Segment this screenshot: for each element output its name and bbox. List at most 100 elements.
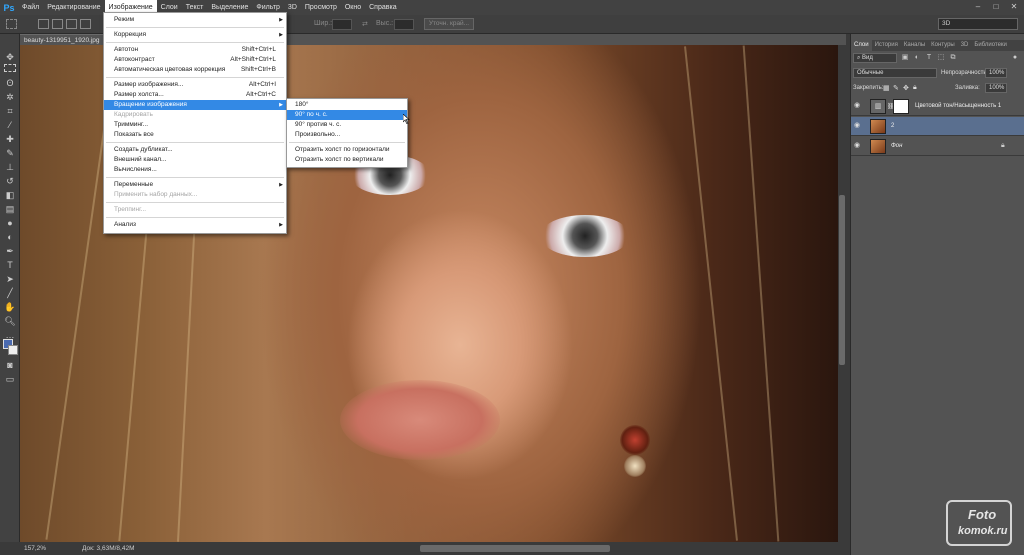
earring-bead xyxy=(624,455,646,477)
swap-icon[interactable]: ⇄ xyxy=(362,20,368,28)
lock-label: Закрепить: xyxy=(853,85,884,91)
layer-kind-filter[interactable]: ⌕ Вид xyxy=(853,53,897,63)
line-tool-icon[interactable]: ╱ xyxy=(4,288,16,298)
menu-item-variables[interactable]: Переменные ▶ xyxy=(104,180,286,190)
layer-mask-thumbnail[interactable] xyxy=(893,99,909,114)
menu-item-calculations[interactable]: Вычисления... xyxy=(104,165,286,175)
marquee-tool-icon[interactable] xyxy=(6,19,17,29)
path-selection-tool-icon[interactable]: ➤ xyxy=(4,274,16,284)
quick-mask-icon[interactable]: ◙ xyxy=(4,360,16,370)
brush-tool-icon[interactable]: ✎ xyxy=(4,148,16,158)
menu-item-rotate-180[interactable]: 180° xyxy=(287,100,407,110)
menu-item-trim[interactable]: Тримминг... xyxy=(104,120,286,130)
lock-position-icon[interactable]: ✥ xyxy=(903,84,909,92)
eye-icon[interactable]: ◉ xyxy=(854,102,862,110)
subtract-selection-icon[interactable] xyxy=(66,19,77,29)
tab-libraries[interactable]: Библиотеки xyxy=(971,40,1010,51)
adjustment-filter-icon[interactable]: ◐ xyxy=(913,54,921,62)
eye-icon[interactable]: ◉ xyxy=(854,142,862,150)
rect-marquee-tool-icon[interactable] xyxy=(4,64,16,72)
menu-item-image-size[interactable]: Размер изображения... Alt+Ctrl+I xyxy=(104,80,286,90)
right-eye xyxy=(540,215,630,257)
vertical-scrollbar-thumb[interactable] xyxy=(839,195,845,365)
type-tool-icon[interactable]: T xyxy=(4,260,16,270)
menu-item-canvas-size[interactable]: Размер холста... Alt+Ctrl+C xyxy=(104,90,286,100)
status-bar: 157,2% Док: 3,63M/8,42M xyxy=(0,542,846,555)
intersect-selection-icon[interactable] xyxy=(80,19,91,29)
layer-row-hue-saturation[interactable]: ◉ ▥ ⛓ Цветовой тон/Насыщенность 1 xyxy=(851,97,1024,116)
menu-item-flip-horizontal[interactable]: Отразить холст по горизонтали xyxy=(287,145,407,155)
menu-help[interactable]: Справка xyxy=(365,0,400,15)
menu-item-image-rotation[interactable]: Вращение изображения ▶ xyxy=(104,100,286,110)
refine-edge-button[interactable]: Уточн. край... xyxy=(424,18,474,30)
menu-item-rotate-90-cw[interactable]: 90° по ч. с. xyxy=(287,110,407,120)
clone-stamp-tool-icon[interactable]: ⊥ xyxy=(4,162,16,172)
lock-pixels-icon[interactable]: ✎ xyxy=(893,84,899,92)
tab-channels[interactable]: Каналы xyxy=(901,40,928,51)
dodge-tool-icon[interactable]: ◐ xyxy=(4,232,16,242)
shape-filter-icon[interactable]: ⬚ xyxy=(937,54,945,62)
menu-item-rotate-90-ccw[interactable]: 90° против ч. с. xyxy=(287,120,407,130)
menu-item-reveal-all[interactable]: Показать все xyxy=(104,130,286,140)
history-brush-tool-icon[interactable]: ↺ xyxy=(4,176,16,186)
lock-transparency-icon[interactable]: ▦ xyxy=(883,84,890,92)
healing-brush-tool-icon[interactable]: ✚ xyxy=(4,134,16,144)
filter-toggle-icon[interactable]: ● xyxy=(1011,54,1019,62)
menu-item-duplicate[interactable]: Создать дубликат... xyxy=(104,145,286,155)
tab-history[interactable]: История xyxy=(872,40,901,51)
menu-item-auto-contrast[interactable]: Автоконтраст Alt+Shift+Ctrl+L xyxy=(104,55,286,65)
pen-tool-icon[interactable]: ✒ xyxy=(4,246,16,256)
menu-item-adjustments[interactable]: Коррекция ▶ xyxy=(104,30,286,40)
blur-tool-icon[interactable]: ● xyxy=(4,218,16,228)
opacity-field[interactable]: 100% xyxy=(985,68,1007,78)
lock-all-icon[interactable]: 🔒︎ xyxy=(913,84,917,92)
menu-item-auto-color[interactable]: Автоматическая цветовая коррекция Shift+C… xyxy=(104,65,286,75)
close-icon[interactable]: ✕ xyxy=(1008,2,1020,12)
hand-tool-icon[interactable]: ✋ xyxy=(4,302,16,312)
menu-item-apply-image[interactable]: Внешний канал... xyxy=(104,155,286,165)
eye-icon[interactable]: ◉ xyxy=(854,122,862,130)
menu-edit[interactable]: Редактирование xyxy=(43,0,104,15)
crop-tool-icon[interactable]: ⌗ xyxy=(4,106,16,116)
screen-mode-icon[interactable]: ▭ xyxy=(4,374,16,384)
new-selection-icon[interactable] xyxy=(38,19,49,29)
tab-paths[interactable]: Контуры xyxy=(928,40,958,51)
pixel-filter-icon[interactable]: ▣ xyxy=(901,54,909,62)
layer-row-2[interactable]: ◉ 2 xyxy=(851,117,1024,136)
lasso-tool-icon[interactable]: ʘ xyxy=(4,78,16,88)
menu-item-auto-tone[interactable]: Автотон Shift+Ctrl+L xyxy=(104,45,286,55)
eraser-tool-icon[interactable]: ◧ xyxy=(4,190,16,200)
menu-separator xyxy=(106,202,284,203)
maximize-icon[interactable]: □ xyxy=(990,2,1002,12)
gradient-tool-icon[interactable]: ▤ xyxy=(4,204,16,214)
watermark-text-line1: Foto xyxy=(968,507,997,522)
layer-row-background[interactable]: ◉ Фон 🔒︎ xyxy=(851,137,1024,156)
menu-item-arbitrary[interactable]: Произвольно... xyxy=(287,130,407,140)
width-field[interactable] xyxy=(332,19,352,30)
fill-label: Заливка: xyxy=(955,85,980,91)
zoom-level[interactable]: 157,2% xyxy=(24,542,46,555)
type-filter-icon[interactable]: T xyxy=(925,54,933,62)
add-selection-icon[interactable] xyxy=(52,19,63,29)
zoom-tool-icon[interactable]: 🔍︎ xyxy=(4,316,16,326)
fill-field[interactable]: 100% xyxy=(985,83,1007,93)
vertical-scrollbar[interactable] xyxy=(838,45,846,542)
menu-item-analysis[interactable]: Анализ ▶ xyxy=(104,220,286,230)
workspace-select[interactable]: 3D xyxy=(938,18,1018,30)
minimize-icon[interactable]: – xyxy=(972,2,984,12)
tab-3d[interactable]: 3D xyxy=(958,40,972,51)
magic-wand-tool-icon[interactable]: ✲ xyxy=(4,92,16,102)
smart-object-filter-icon[interactable]: ⧉ xyxy=(949,54,957,62)
move-tool-icon[interactable]: ✥ xyxy=(4,52,16,62)
height-field[interactable] xyxy=(394,19,414,30)
menu-file[interactable]: Файл xyxy=(18,0,43,15)
menu-item-flip-vertical[interactable]: Отразить холст по вертикали xyxy=(287,155,407,165)
eyedropper-tool-icon[interactable]: ⁄ xyxy=(4,120,16,130)
menu-item-mode[interactable]: Режим ▶ xyxy=(104,15,286,25)
horizontal-scrollbar-thumb[interactable] xyxy=(420,545,610,552)
tab-layers[interactable]: Слои xyxy=(851,40,872,51)
background-color-swatch[interactable] xyxy=(8,345,18,355)
blend-mode-select[interactable]: Обычные xyxy=(853,68,937,78)
menu-view[interactable]: Просмотр xyxy=(301,0,341,15)
menu-window[interactable]: Окно xyxy=(341,0,365,15)
